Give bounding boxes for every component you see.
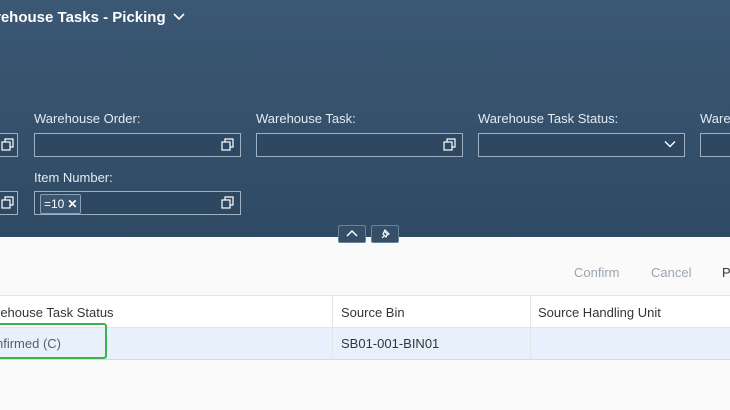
value-help-icon[interactable]: [1, 196, 14, 209]
pin-icon: [381, 228, 391, 239]
warehouse-order-input[interactable]: [34, 133, 241, 157]
field-cut-left-1[interactable]: [0, 133, 18, 157]
value-help-icon[interactable]: [221, 138, 234, 151]
chevron-up-icon: [346, 229, 358, 237]
warehouse-cut-input[interactable]: [700, 133, 730, 157]
table-row[interactable]: nfirmed (C) SB01-001-BIN01: [0, 328, 730, 360]
status-highlight-box: [0, 323, 107, 359]
column-divider: [332, 295, 333, 360]
warehouse-order-label: Warehouse Order:: [34, 111, 141, 126]
column-source-handling-unit[interactable]: Source Handling Unit: [538, 305, 661, 320]
warehouse-cut-label: Ware: [700, 111, 730, 126]
page-title-text: rehouse Tasks - Picking: [0, 9, 166, 26]
page-title[interactable]: rehouse Tasks - Picking: [0, 9, 185, 26]
cancel-button[interactable]: Cancel: [651, 265, 691, 280]
warehouse-task-status-select[interactable]: [478, 133, 685, 157]
collapse-header-button[interactable]: [338, 225, 366, 243]
more-button[interactable]: P: [722, 265, 730, 280]
value-help-icon[interactable]: [1, 138, 14, 151]
confirm-button[interactable]: Confirm: [574, 265, 620, 280]
table-header: rehouse Task Status Source Bin Source Ha…: [0, 295, 730, 328]
column-divider: [530, 295, 531, 360]
item-number-input[interactable]: =10 ✕: [34, 191, 241, 215]
warehouse-task-input[interactable]: [256, 133, 463, 157]
item-number-token[interactable]: =10 ✕: [40, 194, 82, 214]
warehouse-task-label: Warehouse Task:: [256, 111, 356, 126]
chevron-down-icon[interactable]: [664, 140, 676, 149]
value-help-icon[interactable]: [221, 196, 234, 209]
column-source-bin[interactable]: Source Bin: [341, 305, 405, 320]
column-warehouse-task-status[interactable]: rehouse Task Status: [0, 305, 114, 320]
item-number-label: Item Number:: [34, 170, 113, 185]
pin-header-button[interactable]: [371, 225, 399, 243]
token-remove-icon[interactable]: ✕: [67, 197, 77, 211]
warehouse-task-status-label: Warehouse Task Status:: [478, 111, 619, 126]
chevron-down-icon[interactable]: [173, 12, 185, 22]
cell-source-bin: SB01-001-BIN01: [341, 336, 440, 351]
field-cut-left-2[interactable]: [0, 191, 18, 215]
value-help-icon[interactable]: [443, 138, 456, 151]
token-text: =10: [44, 197, 65, 211]
filter-header: rehouse Tasks - Picking Warehouse Order:…: [0, 0, 730, 237]
